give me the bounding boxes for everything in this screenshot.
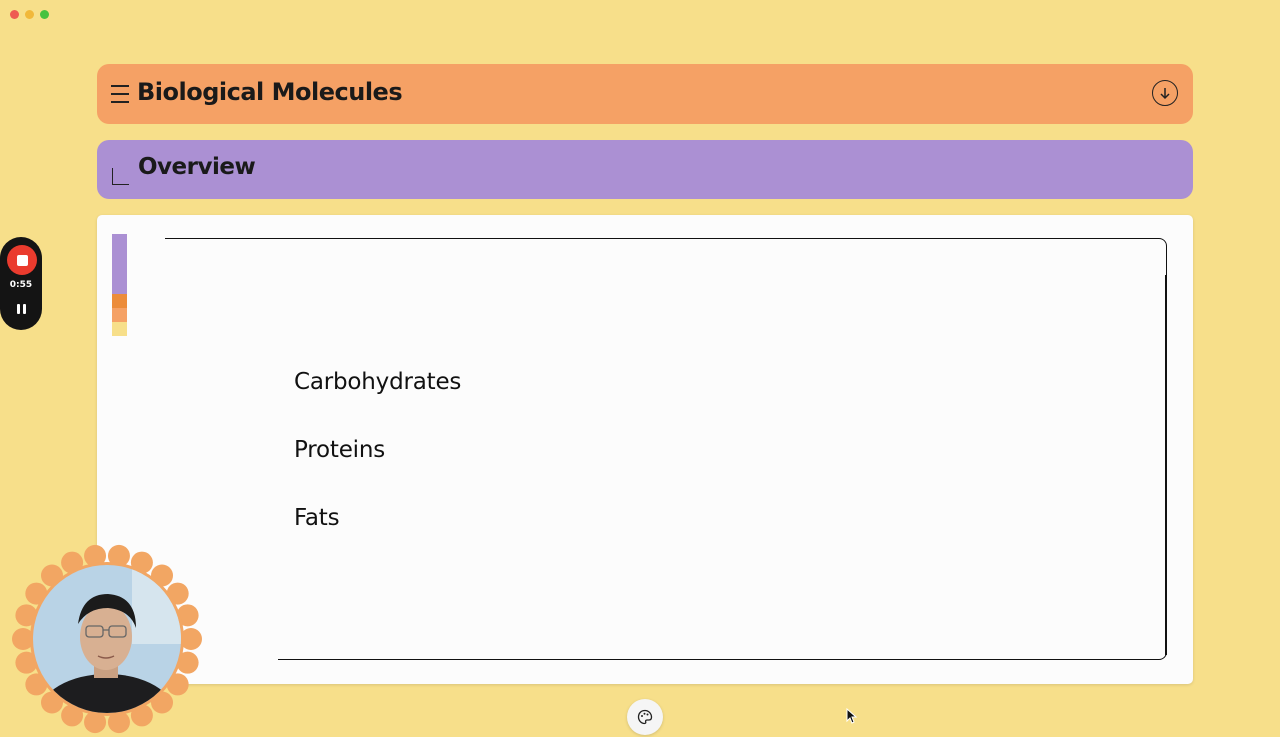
mouse-cursor-icon <box>846 708 858 724</box>
recording-widget: 0:55 <box>0 237 42 330</box>
level-segment-orange <box>112 294 127 308</box>
corner-bracket-icon <box>112 168 129 185</box>
recording-timer: 0:55 <box>9 280 33 290</box>
section-bar[interactable]: Overview <box>97 140 1193 199</box>
frame-top-border <box>165 238 1167 278</box>
pause-icon <box>17 304 20 314</box>
window-controls <box>10 10 49 19</box>
frame-bottom-border <box>278 619 1167 660</box>
list-item: Fats <box>294 505 340 531</box>
content-card: Carbohydrates Proteins Fats <box>97 215 1193 684</box>
pause-button[interactable] <box>12 301 32 317</box>
level-segment-yellow <box>112 322 127 336</box>
list-item: Carbohydrates <box>294 369 462 395</box>
minimize-window-button[interactable] <box>25 10 34 19</box>
topic-list: Carbohydrates Proteins Fats <box>294 367 461 571</box>
frame-right-border <box>1165 275 1167 655</box>
page-title: Biological Molecules <box>137 78 403 106</box>
level-indicator <box>112 234 127 336</box>
palette-icon <box>637 709 653 725</box>
stop-recording-button[interactable] <box>7 245 37 275</box>
level-segment-purple <box>112 234 127 294</box>
maximize-window-button[interactable] <box>40 10 49 19</box>
arrow-down-icon <box>1160 88 1170 100</box>
close-window-button[interactable] <box>10 10 19 19</box>
avatar <box>12 544 202 734</box>
stop-icon <box>16 254 28 266</box>
hamburger-icon[interactable] <box>111 82 129 106</box>
section-title: Overview <box>138 154 256 180</box>
app-window: Biological Molecules Overview Carbohydra… <box>0 0 1280 737</box>
title-bar: Biological Molecules <box>97 64 1193 124</box>
list-item: Proteins <box>294 437 386 463</box>
download-button[interactable] <box>1152 80 1178 106</box>
palette-button[interactable] <box>627 699 663 735</box>
level-segment-peach <box>112 308 127 322</box>
